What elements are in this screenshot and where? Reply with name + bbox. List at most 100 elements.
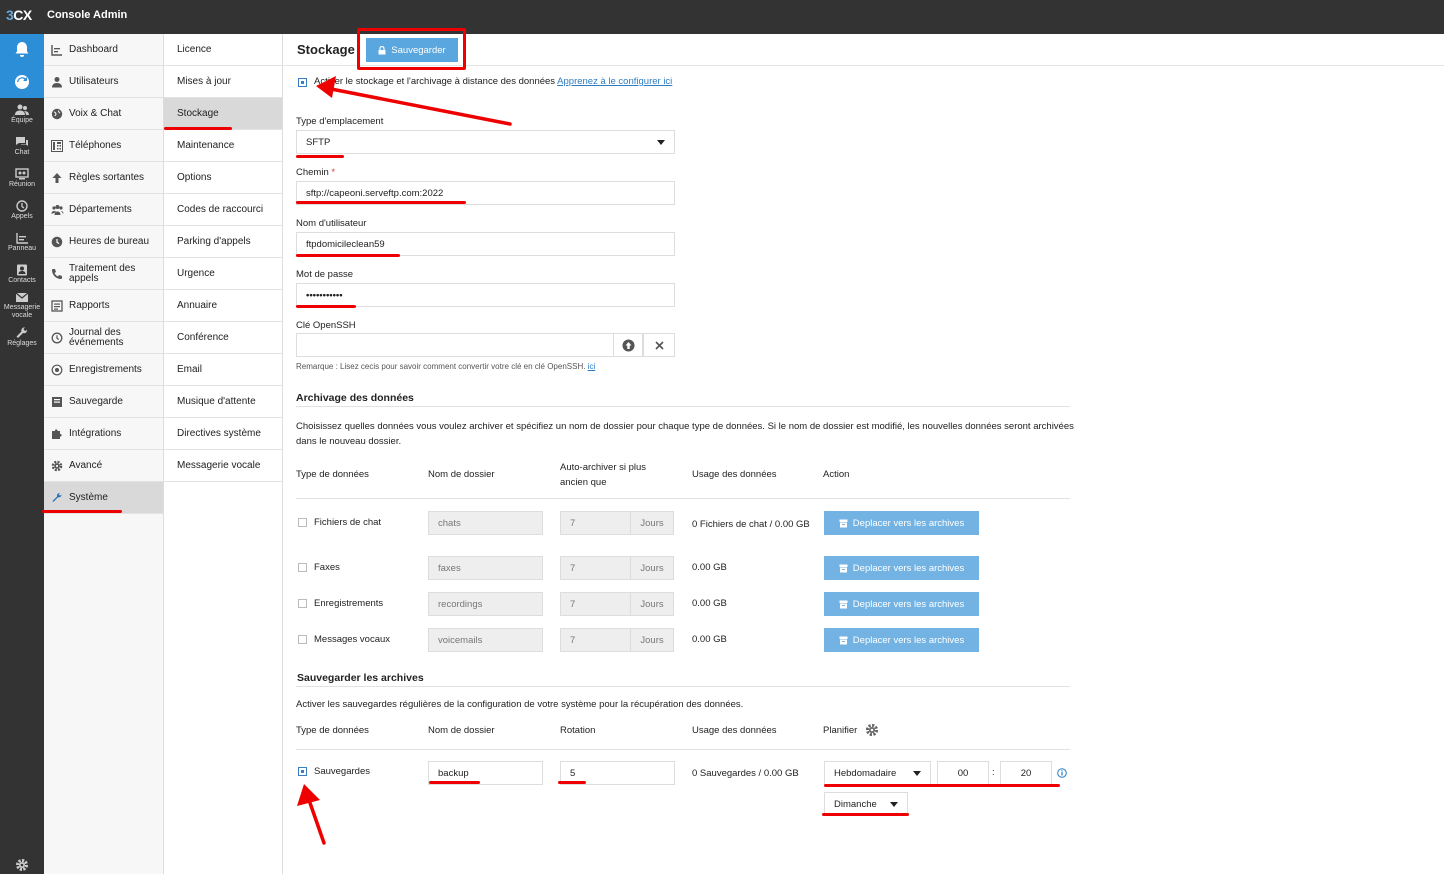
archive-chat-checkbox[interactable] [298,518,307,527]
archive-folder-input[interactable]: recordings [428,592,543,616]
report-icon [50,299,64,313]
team-nav[interactable]: Équipe [0,104,44,125]
mail-icon [15,292,29,302]
contacts-nav[interactable]: Contacts [0,264,44,285]
nav-item-recordings[interactable]: Enregistrements [44,354,163,386]
upload-button[interactable] [613,333,643,357]
backup-header-divider [296,749,1070,750]
archive-voicemails-checkbox[interactable] [298,635,307,644]
icon-sidebar: Équipe Chat Réunion Appels Panneau Conta… [0,34,44,874]
move-to-archive-button[interactable]: Deplacer vers les archives [824,628,979,652]
subnav-music-on-hold[interactable]: Musique d'attente [164,386,282,418]
archiving-title: Archivage des données [296,392,414,404]
subnav-conference[interactable]: Conférence [164,322,282,354]
chat-nav[interactable]: Chat [0,136,44,157]
close-icon [654,340,664,350]
archive-days-input[interactable]: 7 [560,511,631,535]
gear-icon[interactable] [0,858,44,873]
bell-icon[interactable] [0,40,44,59]
nav-item-backup[interactable]: Sauvegarde [44,386,163,418]
settings-nav[interactable]: Réglages [0,327,44,348]
archive-faxes-checkbox[interactable] [298,563,307,572]
archive-days-input[interactable]: 7 [560,556,631,580]
archive-folder-input[interactable]: faxes [428,556,543,580]
move-to-archive-button[interactable]: Deplacer vers les archives [824,556,979,580]
refresh-icon[interactable] [0,74,44,91]
nav-label: Départements [69,203,132,215]
backup-hour-input[interactable]: 00 [937,761,989,785]
nav-item-call-handling[interactable]: Traitement des appels [44,258,163,290]
primary-nav: Dashboard Utilisateurs Voix & Chat Télép… [44,34,164,874]
days-unit: Jours [630,556,674,580]
archive-recordings-checkbox[interactable] [298,599,307,608]
archive-days-input[interactable]: 7 [560,628,631,652]
nav-item-integrations[interactable]: Intégrations [44,418,163,450]
history-icon [16,200,28,212]
openssh-input[interactable] [296,333,614,357]
annotation-underline [824,784,1060,787]
gear-icon[interactable] [865,723,879,737]
nav-item-users[interactable]: Utilisateurs [44,66,163,98]
nav-item-office-hours[interactable]: Heures de bureau [44,226,163,258]
subnav-options[interactable]: Options [164,162,282,194]
subnav-email[interactable]: Email [164,354,282,386]
move-to-archive-button[interactable]: Deplacer vers les archives [824,592,979,616]
backup-day-value: Dimanche [834,798,877,810]
col-usage: Usage des données [692,469,777,480]
nav-label: Téléphones [69,139,122,151]
app-logo[interactable]: 3CX [6,7,32,23]
info-icon[interactable] [1057,768,1067,778]
archive-folder-input[interactable]: voicemails [428,628,543,652]
gear-icon [50,459,64,473]
openssh-label: Clé OpenSSH [296,320,356,331]
meeting-label: Réunion [8,181,36,188]
nav-item-voice-chat[interactable]: Voix & Chat [44,98,163,130]
move-to-archive-label: Deplacer vers les archives [852,598,965,610]
username-input[interactable]: ftpdomicileclean59 [296,232,675,256]
backup-minute-input[interactable]: 20 [1000,761,1052,785]
openssh-note-link[interactable]: ici [588,362,596,371]
panel-nav[interactable]: Panneau [0,232,44,253]
archive-icon [839,564,848,572]
subnav-system-directives[interactable]: Directives système [164,418,282,450]
archive-folder-input[interactable]: chats [428,511,543,535]
nav-label: Traitement des appels [69,262,136,284]
archive-days-input[interactable]: 7 [560,592,631,616]
calls-nav[interactable]: Appels [0,200,44,221]
history-icon [50,331,64,345]
nav-item-departments[interactable]: Départements [44,194,163,226]
password-label: Mot de passe [296,269,354,280]
backup-frequency-select[interactable]: Hebdomadaire [824,761,931,785]
required-mark: * [331,167,336,178]
subnav-shortcut-codes[interactable]: Codes de raccourci [164,194,282,226]
subnav-directory[interactable]: Annuaire [164,290,282,322]
password-input[interactable]: ••••••••••• [296,283,675,307]
col-auto-archive: Auto-archiver si plus ancien que [560,462,647,488]
subnav-call-parking[interactable]: Parking d'appels [164,226,282,258]
nav-item-dashboard[interactable]: Dashboard [44,34,163,66]
subnav-updates[interactable]: Mises à jour [164,66,282,98]
backup-row-type: Sauvegardes [314,766,370,777]
nav-item-outbound-rules[interactable]: Règles sortantes [44,162,163,194]
subnav-voicemail[interactable]: Messagerie vocale [164,450,282,482]
nav-item-event-log[interactable]: Journal des événements [44,322,163,354]
annotation-underline [296,305,356,308]
subnav-storage[interactable]: Stockage [164,98,282,130]
backup-usage: 0 Sauvegardes / 0.00 GB [692,768,799,779]
clear-button[interactable] [643,333,675,357]
voicemail-nav[interactable]: Messagerie vocale [0,292,44,320]
backup-checkbox[interactable] [298,767,307,776]
archiving-description: Choisissez quelles données vous voulez a… [296,421,1074,447]
learn-more-link[interactable]: Apprenez à le configurer ici [557,76,672,87]
move-to-archive-button[interactable]: Deplacer vers les archives [824,511,979,535]
nav-item-advanced[interactable]: Avancé [44,450,163,482]
nav-item-reports[interactable]: Rapports [44,290,163,322]
team-label: Équipe [11,117,33,124]
archive-icon [839,600,848,608]
meeting-nav[interactable]: Réunion [0,168,44,189]
subnav-maintenance[interactable]: Maintenance [164,130,282,162]
subnav-emergency[interactable]: Urgence [164,258,282,290]
subnav-license[interactable]: Licence [164,34,282,66]
nav-item-phones[interactable]: Téléphones [44,130,163,162]
backup-icon [50,395,64,409]
